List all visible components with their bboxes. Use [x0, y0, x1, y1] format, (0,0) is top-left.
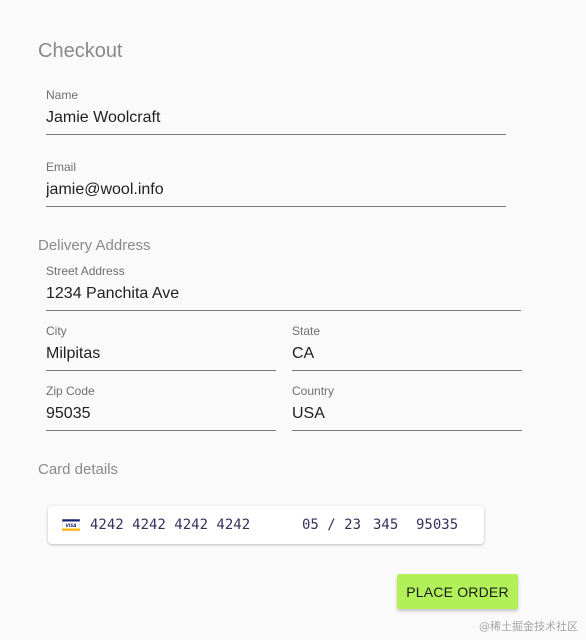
card-zip[interactable]: 95035 — [416, 516, 458, 534]
card-expiry[interactable]: 05 / 23 — [302, 516, 361, 534]
watermark: @稀土掘金技术社区 — [479, 620, 578, 633]
svg-text:VISA: VISA — [65, 523, 76, 528]
country-input[interactable] — [292, 404, 522, 424]
city-input[interactable] — [46, 344, 276, 364]
city-label: City — [46, 324, 67, 338]
visa-card-icon: VISA — [61, 518, 81, 532]
street-address-input[interactable] — [46, 284, 521, 304]
zip-code-field[interactable]: Zip Code — [46, 384, 276, 431]
city-field[interactable]: City — [46, 324, 276, 371]
street-address-label: Street Address — [46, 264, 125, 278]
country-field[interactable]: Country — [292, 384, 522, 431]
street-address-field[interactable]: Street Address — [46, 264, 521, 311]
page-title: Checkout — [38, 40, 123, 62]
country-label: Country — [292, 384, 335, 398]
email-input[interactable] — [46, 180, 506, 200]
delivery-address-heading: Delivery Address — [38, 237, 151, 254]
name-label: Name — [46, 88, 79, 102]
card-element[interactable]: VISA 4242 4242 4242 4242 05 / 23 345 950… — [48, 506, 484, 544]
email-label: Email — [46, 160, 77, 174]
zip-code-label: Zip Code — [46, 384, 95, 398]
name-field[interactable]: Name — [46, 88, 506, 135]
state-input[interactable] — [292, 344, 522, 364]
state-field[interactable]: State — [292, 324, 522, 371]
email-field[interactable]: Email — [46, 160, 506, 207]
state-label: State — [292, 324, 321, 338]
card-details-heading: Card details — [38, 461, 119, 478]
card-cvc[interactable]: 345 — [373, 516, 398, 534]
place-order-button[interactable]: PLACE ORDER — [397, 574, 518, 609]
zip-code-input[interactable] — [46, 404, 276, 424]
name-input[interactable] — [46, 108, 506, 128]
card-number[interactable]: 4242 4242 4242 4242 — [90, 516, 250, 534]
